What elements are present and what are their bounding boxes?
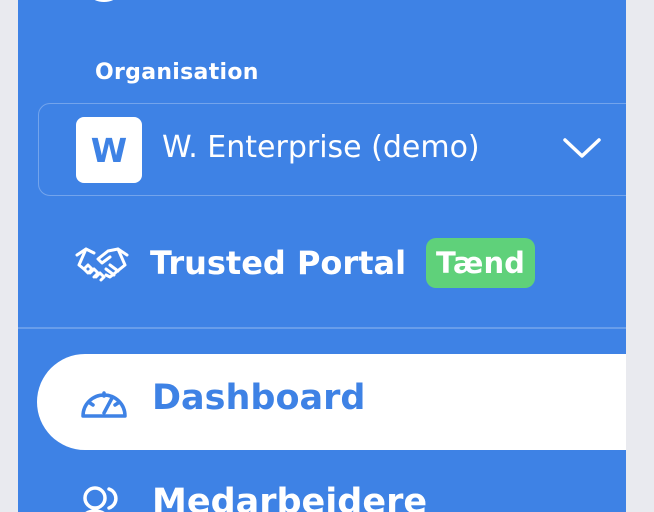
trusted-portal-toggle-badge[interactable]: Tænd	[426, 238, 535, 288]
sidebar: Organisation W W. Enterprise (demo) Trus…	[18, 0, 626, 512]
sidebar-item-label: Dashboard	[152, 378, 366, 418]
sidebar-divider	[18, 327, 626, 329]
organisation-select[interactable]: W W. Enterprise (demo)	[38, 103, 626, 196]
gauge-icon	[81, 391, 127, 418]
chevron-down-icon[interactable]	[561, 134, 603, 162]
trusted-portal-label: Trusted Portal	[150, 244, 407, 282]
trusted-portal-item[interactable]: Trusted Portal Tænd	[74, 236, 535, 290]
organisation-name: W. Enterprise (demo)	[162, 130, 480, 165]
organisation-logo: W	[76, 117, 142, 183]
sidebar-item-label: Medarbejdere	[152, 482, 428, 512]
sidebar-item-dashboard[interactable]: Dashboard	[37, 354, 626, 450]
avatar-icon[interactable]	[82, 0, 126, 2]
handshake-icon	[75, 247, 129, 282]
users-icon	[83, 486, 118, 512]
section-label-organisation: Organisation	[95, 60, 259, 85]
